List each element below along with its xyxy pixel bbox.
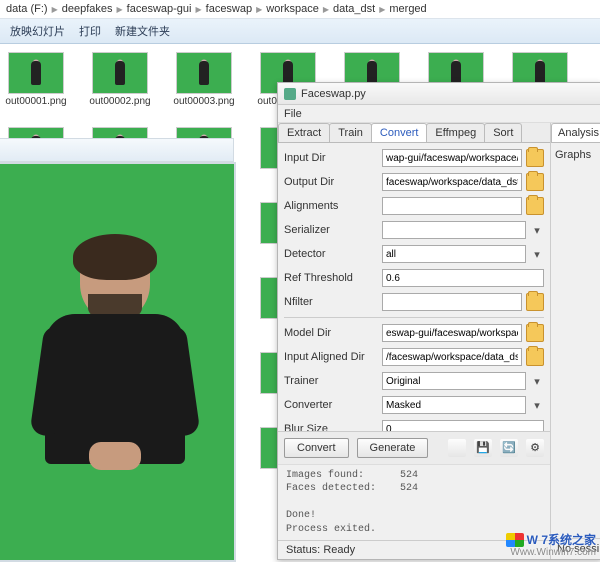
slideshow-button[interactable]: 放映幻灯片 [10, 23, 65, 39]
flag-icon [506, 533, 524, 547]
menu-bar: File [278, 105, 600, 123]
tab-bar: Extract Train Convert Effmpeg Sort [278, 123, 550, 143]
menu-file[interactable]: File [284, 108, 302, 120]
chevron-down-icon[interactable]: ▾ [530, 396, 544, 414]
serializer-field[interactable] [382, 221, 526, 239]
tab-train[interactable]: Train [329, 123, 372, 142]
output-dir-field[interactable] [382, 173, 522, 191]
image-preview-window[interactable] [0, 162, 236, 562]
newfolder-button[interactable]: 新建文件夹 [115, 23, 170, 39]
tab-sort[interactable]: Sort [484, 123, 522, 142]
chevron-right-icon: ▶ [117, 5, 123, 14]
explorer-toolbar: 放映幻灯片 打印 新建文件夹 [0, 19, 600, 44]
label-model-dir: Model Dir [284, 327, 378, 339]
thumbnail[interactable]: out00002.png [92, 52, 148, 107]
left-pane: Extract Train Convert Effmpeg Sort Input… [278, 123, 551, 559]
label-output-dir: Output Dir [284, 176, 378, 188]
thumb-label: out00003.png [173, 96, 234, 107]
tab-analysis[interactable]: Analysis [551, 123, 600, 142]
crumb[interactable]: merged [389, 3, 426, 15]
folder-icon[interactable] [526, 197, 544, 215]
print-button[interactable]: 打印 [79, 23, 101, 39]
folder-icon[interactable] [526, 324, 544, 342]
chevron-down-icon[interactable]: ▾ [530, 372, 544, 390]
tab-effmpeg[interactable]: Effmpeg [426, 123, 485, 142]
status-label: Status: [286, 544, 320, 556]
nfilter-field[interactable] [382, 293, 522, 311]
input-dir-field[interactable] [382, 149, 522, 167]
right-tab-bar: Analysis [551, 123, 600, 143]
breadcrumb[interactable]: data (F:)▶ deepfakes▶ faceswap-gui▶ face… [0, 0, 600, 19]
thumbnail[interactable]: out00001.png [8, 52, 64, 107]
label-detector: Detector [284, 248, 378, 260]
crumb[interactable]: faceswap [206, 3, 252, 15]
trainer-field[interactable] [382, 372, 526, 390]
label-input-aligned-dir: Input Aligned Dir [284, 351, 378, 363]
folder-icon[interactable] [526, 293, 544, 311]
log-output: Images found: 524 Faces detected: 524 Do… [278, 464, 550, 541]
preview-image [40, 240, 190, 500]
folder-icon[interactable] [526, 348, 544, 366]
label-converter: Converter [284, 399, 378, 411]
label-ref-threshold: Ref Threshold [284, 272, 378, 284]
right-pane: Analysis Graphs No sessi [551, 123, 600, 559]
generate-button[interactable]: Generate [357, 438, 429, 458]
thumb-label: out00002.png [89, 96, 150, 107]
label-blur-size: Blur Size [284, 423, 378, 431]
watermark-sub: Www.Winwin7.com [510, 547, 596, 558]
input-aligned-dir-field[interactable] [382, 348, 522, 366]
label-nfilter: Nfilter [284, 296, 378, 308]
save-icon[interactable]: 💾 [474, 439, 492, 457]
tab-convert[interactable]: Convert [371, 123, 428, 142]
chevron-down-icon[interactable]: ▾ [530, 245, 544, 263]
app-icon [284, 88, 296, 100]
dialog-title: Faceswap.py [301, 88, 366, 100]
blur-size-field[interactable] [382, 420, 544, 431]
separator [284, 317, 544, 318]
crumb[interactable]: workspace [266, 3, 319, 15]
chevron-right-icon: ▶ [379, 5, 385, 14]
ref-threshold-field[interactable] [382, 269, 544, 287]
convert-form: Input Dir Output Dir Alignments Serializ… [278, 143, 550, 431]
preview-titlebar[interactable] [0, 138, 234, 162]
chevron-right-icon: ▶ [52, 5, 58, 14]
label-trainer: Trainer [284, 375, 378, 387]
converter-field[interactable] [382, 396, 526, 414]
label-input-dir: Input Dir [284, 152, 378, 164]
convert-button[interactable]: Convert [284, 438, 349, 458]
faceswap-dialog: Faceswap.py File Extract Train Convert E… [277, 82, 600, 560]
tab-extract[interactable]: Extract [278, 123, 330, 142]
chevron-down-icon[interactable]: ▾ [530, 221, 544, 239]
graphs-section: Graphs [551, 143, 600, 167]
button-bar: Convert Generate 💾 🔄 ⚙ [278, 431, 550, 464]
thumb-image [8, 52, 64, 94]
crumb[interactable]: faceswap-gui [127, 3, 192, 15]
reset-icon[interactable]: 🔄 [500, 439, 518, 457]
folder-icon[interactable] [526, 173, 544, 191]
crumb[interactable]: data (F:) [6, 3, 48, 15]
alignments-field[interactable] [382, 197, 522, 215]
model-dir-field[interactable] [382, 324, 522, 342]
folder-icon[interactable] [448, 439, 466, 457]
thumb-label: out00001.png [5, 96, 66, 107]
detector-field[interactable] [382, 245, 526, 263]
chevron-right-icon: ▶ [256, 5, 262, 14]
crumb[interactable]: deepfakes [62, 3, 113, 15]
thumbnail[interactable]: out00003.png [176, 52, 232, 107]
label-serializer: Serializer [284, 224, 378, 236]
watermark: W 7系统之家 Www.Winwin7.com [506, 531, 596, 548]
crumb[interactable]: data_dst [333, 3, 375, 15]
chevron-right-icon: ▶ [323, 5, 329, 14]
status-value: Ready [323, 544, 355, 556]
thumb-image [176, 52, 232, 94]
dialog-titlebar[interactable]: Faceswap.py [278, 83, 600, 105]
folder-icon[interactable] [526, 149, 544, 167]
label-alignments: Alignments [284, 200, 378, 212]
gear-icon[interactable]: ⚙ [526, 439, 544, 457]
thumb-image [92, 52, 148, 94]
chevron-right-icon: ▶ [195, 5, 201, 14]
watermark-text: W 7系统之家 [527, 531, 596, 548]
